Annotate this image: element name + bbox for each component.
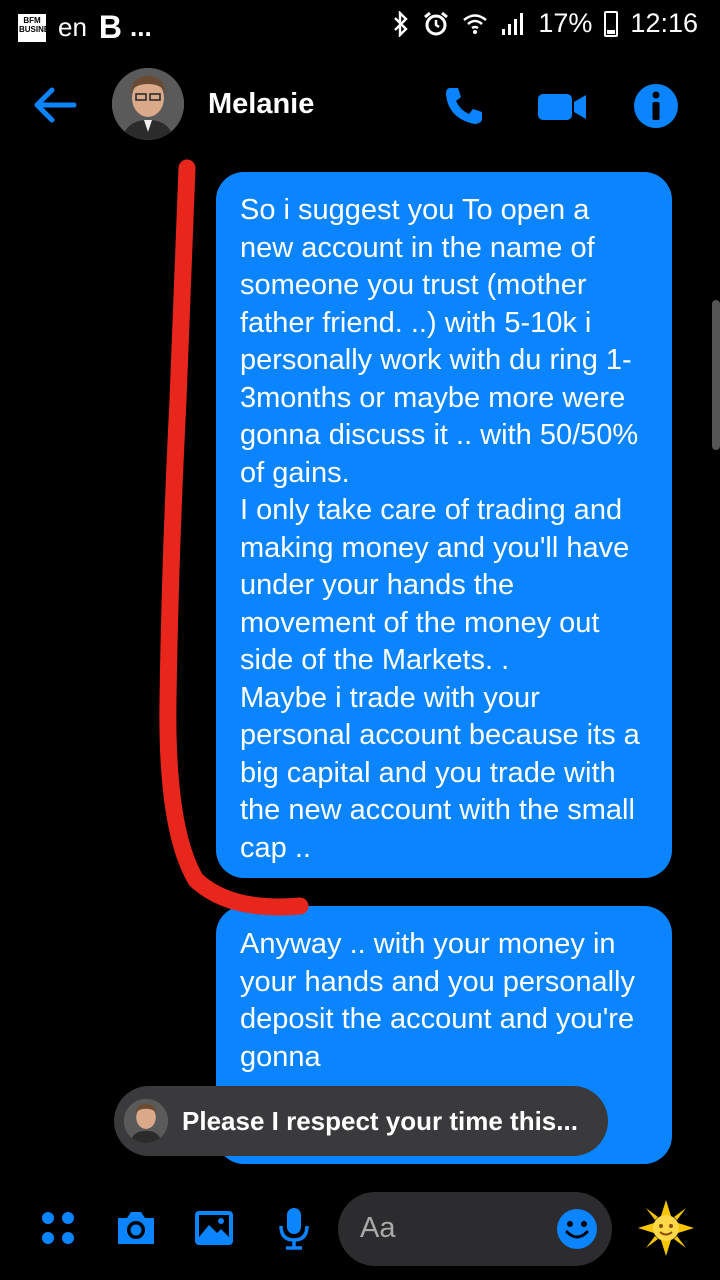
conversation-header: Melanie [0, 60, 720, 150]
camera-icon[interactable] [112, 1204, 160, 1252]
new-message-preview[interactable]: Please I respect your time this... [114, 1086, 608, 1156]
alarm-icon [424, 11, 449, 35]
message-input[interactable]: Aa [338, 1192, 612, 1266]
message-text: So i suggest you To open a new account i… [240, 194, 640, 864]
status-more: ... [130, 12, 152, 42]
battery-icon [604, 10, 619, 37]
signal-icon [502, 12, 524, 35]
emoji-icon[interactable] [556, 1208, 598, 1250]
bluetooth-icon [394, 10, 409, 37]
microphone-icon[interactable] [270, 1204, 318, 1252]
status-left: BFM BUSINESS en B ... [18, 9, 152, 46]
info-icon[interactable] [632, 82, 680, 130]
avatar-portrait-icon [124, 1099, 168, 1143]
message-bubble-outgoing[interactable]: So i suggest you To open a new account i… [216, 172, 672, 878]
message-text: Anyway .. with your money in your hands … [240, 928, 635, 1073]
preview-avatar [124, 1099, 168, 1143]
message-input-placeholder: Aa [360, 1212, 396, 1244]
contact-avatar[interactable] [112, 68, 184, 140]
composer-bar: Aa [0, 1190, 720, 1280]
preview-text: Please I respect your time this... [182, 1105, 578, 1136]
status-letter: B [98, 9, 123, 45]
video-camera-icon[interactable] [536, 82, 588, 130]
status-bar: BFM BUSINESS en B ... 17% 12:16 [0, 0, 720, 50]
status-right: 17% 12:16 [392, 8, 698, 39]
image-icon[interactable] [190, 1204, 238, 1252]
contact-name[interactable]: Melanie [208, 88, 314, 121]
sun-sticker-icon[interactable] [636, 1198, 696, 1258]
scrollbar[interactable] [712, 300, 720, 450]
back-arrow-icon[interactable] [30, 80, 80, 130]
grid-menu-icon[interactable] [34, 1204, 82, 1252]
wifi-icon [463, 13, 488, 34]
battery-percent: 17% [538, 8, 593, 38]
status-lang: en [58, 12, 87, 42]
avatar-portrait-icon [112, 68, 184, 140]
phone-icon[interactable] [440, 82, 488, 130]
bfm-business-icon: BFM BUSINESS [18, 13, 60, 42]
status-time: 12:16 [630, 8, 698, 38]
